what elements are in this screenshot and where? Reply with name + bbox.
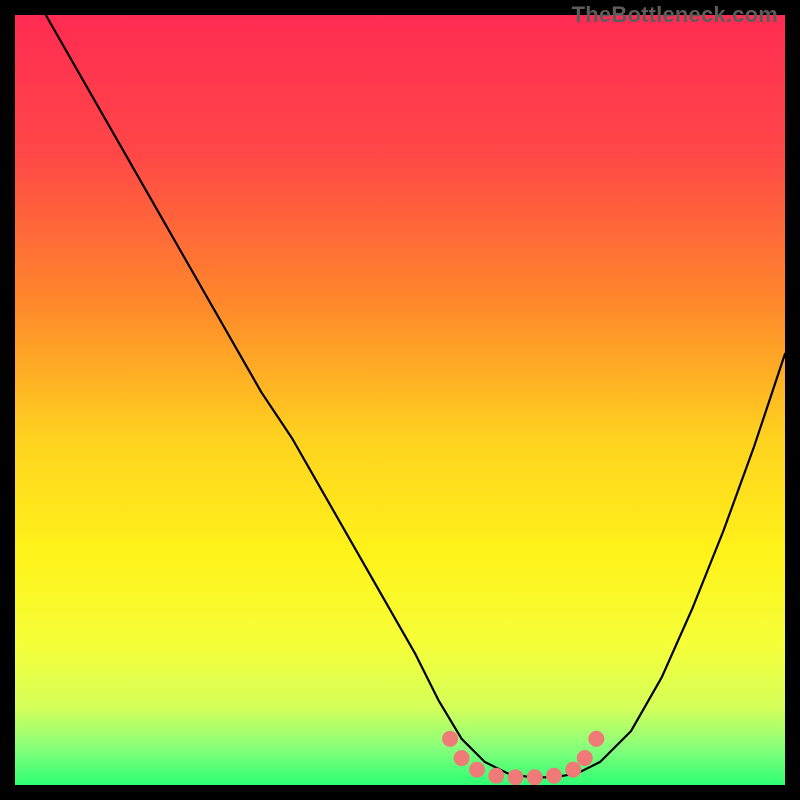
highlight-dot — [454, 750, 470, 766]
chart-frame — [15, 15, 785, 785]
highlight-dot — [577, 750, 593, 766]
highlight-dot — [488, 768, 504, 784]
gradient-background — [15, 15, 785, 785]
highlight-dot — [442, 731, 458, 747]
highlight-dot — [508, 769, 524, 785]
highlight-dot — [469, 762, 485, 778]
chart-svg — [15, 15, 785, 785]
highlight-dot — [546, 768, 562, 784]
highlight-dot — [588, 731, 604, 747]
watermark-text: TheBottleneck.com — [572, 2, 778, 28]
highlight-dot — [565, 762, 581, 778]
highlight-dot — [527, 769, 543, 785]
